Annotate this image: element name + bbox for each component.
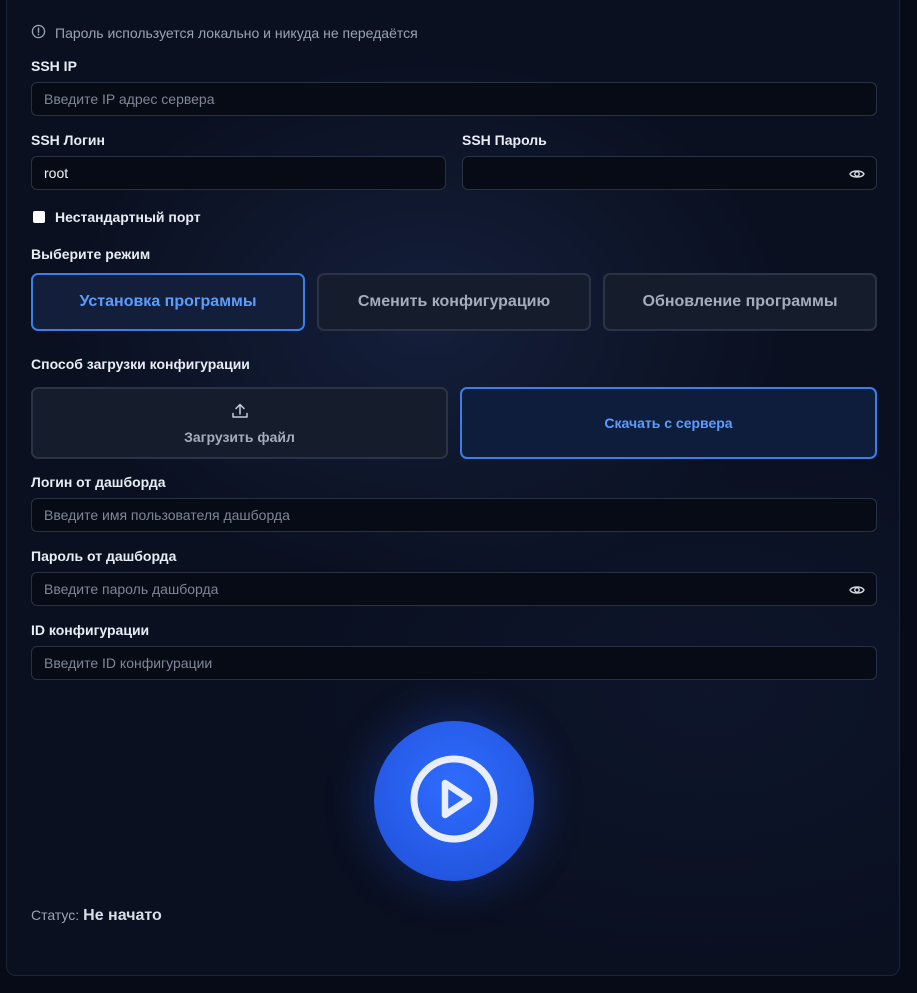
info-icon [31,24,55,42]
dashboard-login-placeholder: Введите имя пользователя дашборда [44,507,290,523]
show-password-eye-icon[interactable] [849,167,865,184]
ssh-password-input[interactable] [462,156,877,190]
upload-file-label: Загрузить файл [184,428,295,445]
status-line: Статус: Не начато [31,907,162,925]
notice-text: Пароль используется локально и никуда не… [55,25,418,41]
show-dashboard-password-eye-icon[interactable] [849,583,865,600]
ssh-login-input[interactable]: root [31,156,446,190]
mode-label: Выберите режим [31,246,151,262]
dashboard-password-placeholder: Введите пароль дашборда [44,581,219,597]
mode-change-config-label: Сменить конфигурацию [357,293,551,310]
ssh-login-value: root [44,165,69,181]
dashboard-password-input[interactable]: Введите пароль дашборда [31,572,877,606]
mode-update-label: Обновление программы [642,293,838,310]
ssh-ip-label: SSH IP [31,58,77,74]
mode-update-button[interactable]: Обновление программы [603,273,877,331]
config-id-placeholder: Введите ID конфигурации [44,655,213,671]
config-source-label: Способ загрузки конфигурации [31,356,250,372]
ssh-ip-placeholder: Введите IP адрес сервера [44,91,215,107]
dashboard-login-input[interactable]: Введите имя пользователя дашборда [31,498,877,532]
ssh-login-label: SSH Логин [31,132,105,148]
dashboard-password-label: Пароль от дашборда [31,548,177,564]
upload-icon [231,402,249,423]
dashboard-login-label: Логин от дашборда [31,474,166,490]
status-label: Статус: [31,907,80,923]
download-from-server-button[interactable]: Скачать с сервера [460,387,877,459]
custom-port-option[interactable]: Нестандартный порт [33,209,201,225]
start-button[interactable] [374,721,534,881]
mode-install-label: Установка программы [79,293,257,310]
play-icon [408,753,500,850]
config-id-label: ID конфигурации [31,622,150,638]
status-value: Не начато [83,907,162,924]
local-password-notice: Пароль используется локально и никуда не… [31,24,418,42]
config-id-input[interactable]: Введите ID конфигурации [31,646,877,680]
mode-install-button[interactable]: Установка программы [31,273,305,331]
download-from-server-label: Скачать с сервера [604,415,733,431]
upload-file-button[interactable]: Загрузить файл [31,387,448,459]
custom-port-checkbox[interactable] [33,211,45,223]
mode-change-config-button[interactable]: Сменить конфигурацию [317,273,591,331]
custom-port-label: Нестандартный порт [55,209,201,225]
ssh-ip-input[interactable]: Введите IP адрес сервера [31,82,877,116]
ssh-password-label: SSH Пароль [462,132,547,148]
